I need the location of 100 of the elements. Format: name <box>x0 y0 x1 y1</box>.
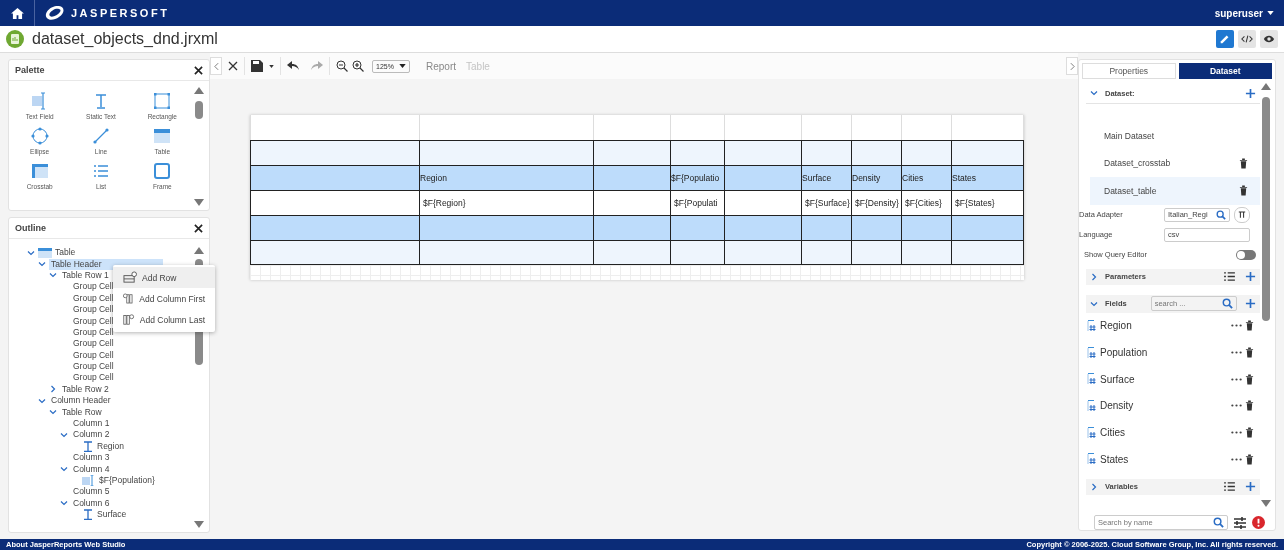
ellipse-icon[interactable] <box>29 126 50 146</box>
table-cell[interactable]: Surface <box>802 165 852 190</box>
table-cell[interactable] <box>250 190 420 215</box>
rectangle-icon[interactable] <box>152 91 173 111</box>
user-menu[interactable]: superuser <box>1214 7 1263 19</box>
scroll-down-icon[interactable] <box>1261 500 1271 507</box>
field-name[interactable]: States <box>1100 453 1129 465</box>
save-icon[interactable] <box>251 60 263 72</box>
tab[interactable]: Properties <box>1082 63 1176 79</box>
trash-icon[interactable] <box>1245 373 1254 385</box>
add-icon[interactable] <box>1245 481 1256 493</box>
more-icon[interactable] <box>1231 404 1242 408</box>
table-cell[interactable] <box>594 140 671 165</box>
more-icon[interactable] <box>1231 431 1242 435</box>
table-cell[interactable] <box>250 215 420 240</box>
list-icon[interactable] <box>1224 482 1235 492</box>
tree-item[interactable]: Column 3 <box>71 452 112 464</box>
chevron-icon[interactable] <box>60 499 68 508</box>
table-cell[interactable] <box>725 190 802 215</box>
eye-button[interactable] <box>1260 30 1278 48</box>
table-cell[interactable] <box>802 240 852 265</box>
table-cell[interactable] <box>902 140 952 165</box>
table-cell[interactable] <box>594 240 671 265</box>
home-icon[interactable] <box>10 7 24 19</box>
error-icon[interactable] <box>1252 516 1265 529</box>
table-cell[interactable]: Cities <box>902 165 952 190</box>
table-cell[interactable] <box>420 215 594 240</box>
list-icon[interactable] <box>1224 272 1235 281</box>
parameters-icon[interactable] <box>1238 211 1246 218</box>
zoom-in-icon[interactable] <box>352 60 364 72</box>
tree-item[interactable]: Group Cell <box>71 326 116 338</box>
table-cell[interactable] <box>725 240 802 265</box>
dataset-item[interactable]: Main Dataset <box>1090 122 1260 150</box>
scroll-up-icon[interactable] <box>194 87 204 94</box>
tree-item[interactable]: Table Row 1 <box>60 269 111 281</box>
tree-item[interactable]: Group Cell <box>71 315 116 327</box>
trash-icon[interactable] <box>1245 347 1254 359</box>
field-name[interactable]: Region <box>1100 320 1132 332</box>
table-cell[interactable] <box>802 215 852 240</box>
menu-item[interactable]: Add Row <box>113 267 215 288</box>
table-cell[interactable]: $F{Populati <box>671 190 725 215</box>
tree-item[interactable]: Table Row <box>60 406 104 418</box>
tree-item[interactable]: Group Cell <box>71 349 116 361</box>
tree-item[interactable]: Surface <box>95 509 129 521</box>
table-cell[interactable]: $F{Region} <box>420 190 594 215</box>
tree-item[interactable]: Column Header <box>49 395 113 407</box>
more-icon[interactable] <box>1231 324 1242 328</box>
table-cell[interactable] <box>802 140 852 165</box>
trash-icon[interactable] <box>1239 157 1248 169</box>
tree-item[interactable]: Table <box>53 247 78 259</box>
crosstab-icon[interactable] <box>29 161 50 181</box>
line-icon[interactable] <box>91 126 111 146</box>
add-icon[interactable] <box>1244 298 1256 309</box>
chevron-icon[interactable] <box>1090 299 1098 308</box>
table-cell[interactable] <box>671 240 725 265</box>
frame-icon[interactable] <box>152 161 173 181</box>
field-name[interactable]: Cities <box>1100 427 1125 439</box>
table-cell[interactable] <box>852 215 902 240</box>
chevron-icon[interactable] <box>60 465 68 474</box>
table-cell[interactable] <box>852 140 902 165</box>
scrollbar-thumb[interactable] <box>195 101 203 119</box>
table-cell[interactable] <box>725 215 802 240</box>
search-icon[interactable] <box>1221 298 1233 309</box>
table-cell[interactable] <box>594 215 671 240</box>
more-icon[interactable] <box>1231 457 1242 461</box>
zoom-out-icon[interactable] <box>336 60 348 72</box>
trash-icon[interactable] <box>1245 427 1254 439</box>
trash-icon[interactable] <box>1245 453 1254 465</box>
table-cell[interactable] <box>671 215 725 240</box>
add-icon[interactable] <box>1245 87 1256 99</box>
tree-item[interactable]: Group Cell <box>71 304 116 316</box>
undo-icon[interactable] <box>287 61 299 71</box>
table-cell[interactable] <box>250 240 420 265</box>
caret-icon[interactable] <box>399 64 406 68</box>
table-cell[interactable] <box>725 165 802 190</box>
scroll-up-icon[interactable] <box>194 247 204 254</box>
table-cell[interactable]: $F{Populatio <box>671 165 725 190</box>
table-cell[interactable]: Region <box>420 165 594 190</box>
dataset-item[interactable]: Dataset_crosstab <box>1090 149 1260 177</box>
chevron-icon[interactable] <box>1090 482 1098 491</box>
trash-icon[interactable] <box>1245 320 1254 332</box>
scroll-up-icon[interactable] <box>1261 83 1271 90</box>
tree-item[interactable]: Group Cell <box>71 281 116 293</box>
table-cell[interactable]: $F{Cities} <box>902 190 952 215</box>
tree-item[interactable]: Column 1 <box>71 418 112 430</box>
table-cell[interactable] <box>420 240 594 265</box>
scroll-down-icon[interactable] <box>194 199 204 206</box>
close-icon[interactable] <box>194 223 203 233</box>
tree-item[interactable]: Column 5 <box>71 486 112 498</box>
table-cell[interactable]: States <box>952 165 1024 190</box>
search-icon[interactable] <box>1213 517 1224 528</box>
table-cell[interactable] <box>902 215 952 240</box>
tree-item[interactable]: Column 2 <box>71 429 112 441</box>
tree-item[interactable]: $F{Population} <box>97 475 157 486</box>
trash-icon[interactable] <box>1245 400 1254 412</box>
close-icon[interactable] <box>228 61 238 71</box>
table-cell[interactable] <box>952 240 1024 265</box>
table-cell[interactable] <box>952 215 1024 240</box>
search-icon[interactable] <box>1216 209 1226 220</box>
tree-item[interactable]: Group Cell <box>71 338 116 350</box>
